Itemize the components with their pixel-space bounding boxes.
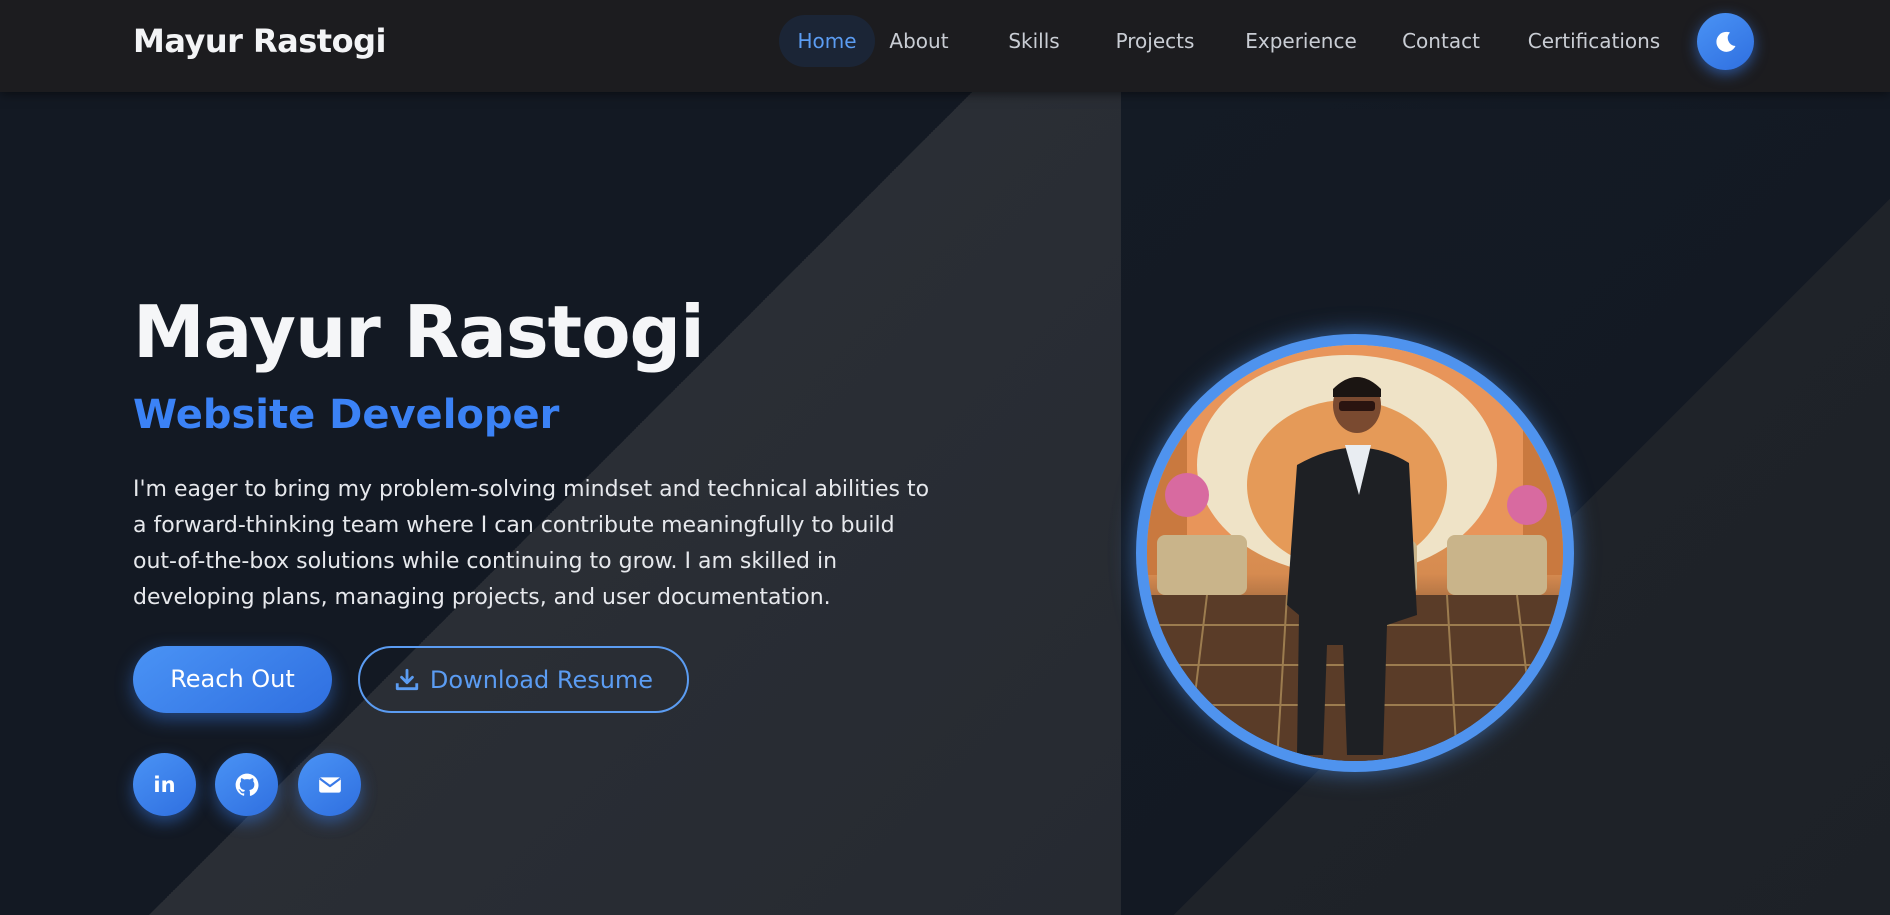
nav-link-experience[interactable]: Experience xyxy=(1237,15,1365,67)
hero-role: Website Developer xyxy=(133,392,560,438)
download-resume-button[interactable]: Download Resume xyxy=(358,646,689,713)
github-button[interactable] xyxy=(215,753,278,816)
nav-link-home[interactable]: Home xyxy=(779,15,875,67)
email-button[interactable] xyxy=(298,753,361,816)
hero-description: I'm eager to bring my problem-solving mi… xyxy=(133,477,930,610)
moon-icon xyxy=(1715,31,1735,52)
profile-photo-frame xyxy=(1136,334,1574,772)
nav-link-certifications[interactable]: Certifications xyxy=(1520,15,1668,67)
nav-link-about[interactable]: About xyxy=(880,15,958,67)
navbar: Mayur Rastogi Home About Skills Projects… xyxy=(0,0,1890,92)
download-icon xyxy=(395,668,419,690)
profile-photo xyxy=(1147,345,1563,761)
nav-link-contact[interactable]: Contact xyxy=(1397,15,1485,67)
mail-icon xyxy=(318,776,341,793)
linkedin-icon: in xyxy=(153,772,176,797)
linkedin-button[interactable]: in xyxy=(133,753,196,816)
nav-link-skills[interactable]: Skills xyxy=(1004,15,1064,67)
github-icon xyxy=(235,773,258,796)
reach-out-button[interactable]: Reach Out xyxy=(133,646,332,713)
nav-link-projects[interactable]: Projects xyxy=(1111,15,1199,67)
brand-logo[interactable]: Mayur Rastogi xyxy=(133,20,386,62)
hero-name: Mayur Rastogi xyxy=(133,290,705,374)
download-resume-label: Download Resume xyxy=(429,665,654,694)
theme-toggle-button[interactable] xyxy=(1697,13,1754,70)
